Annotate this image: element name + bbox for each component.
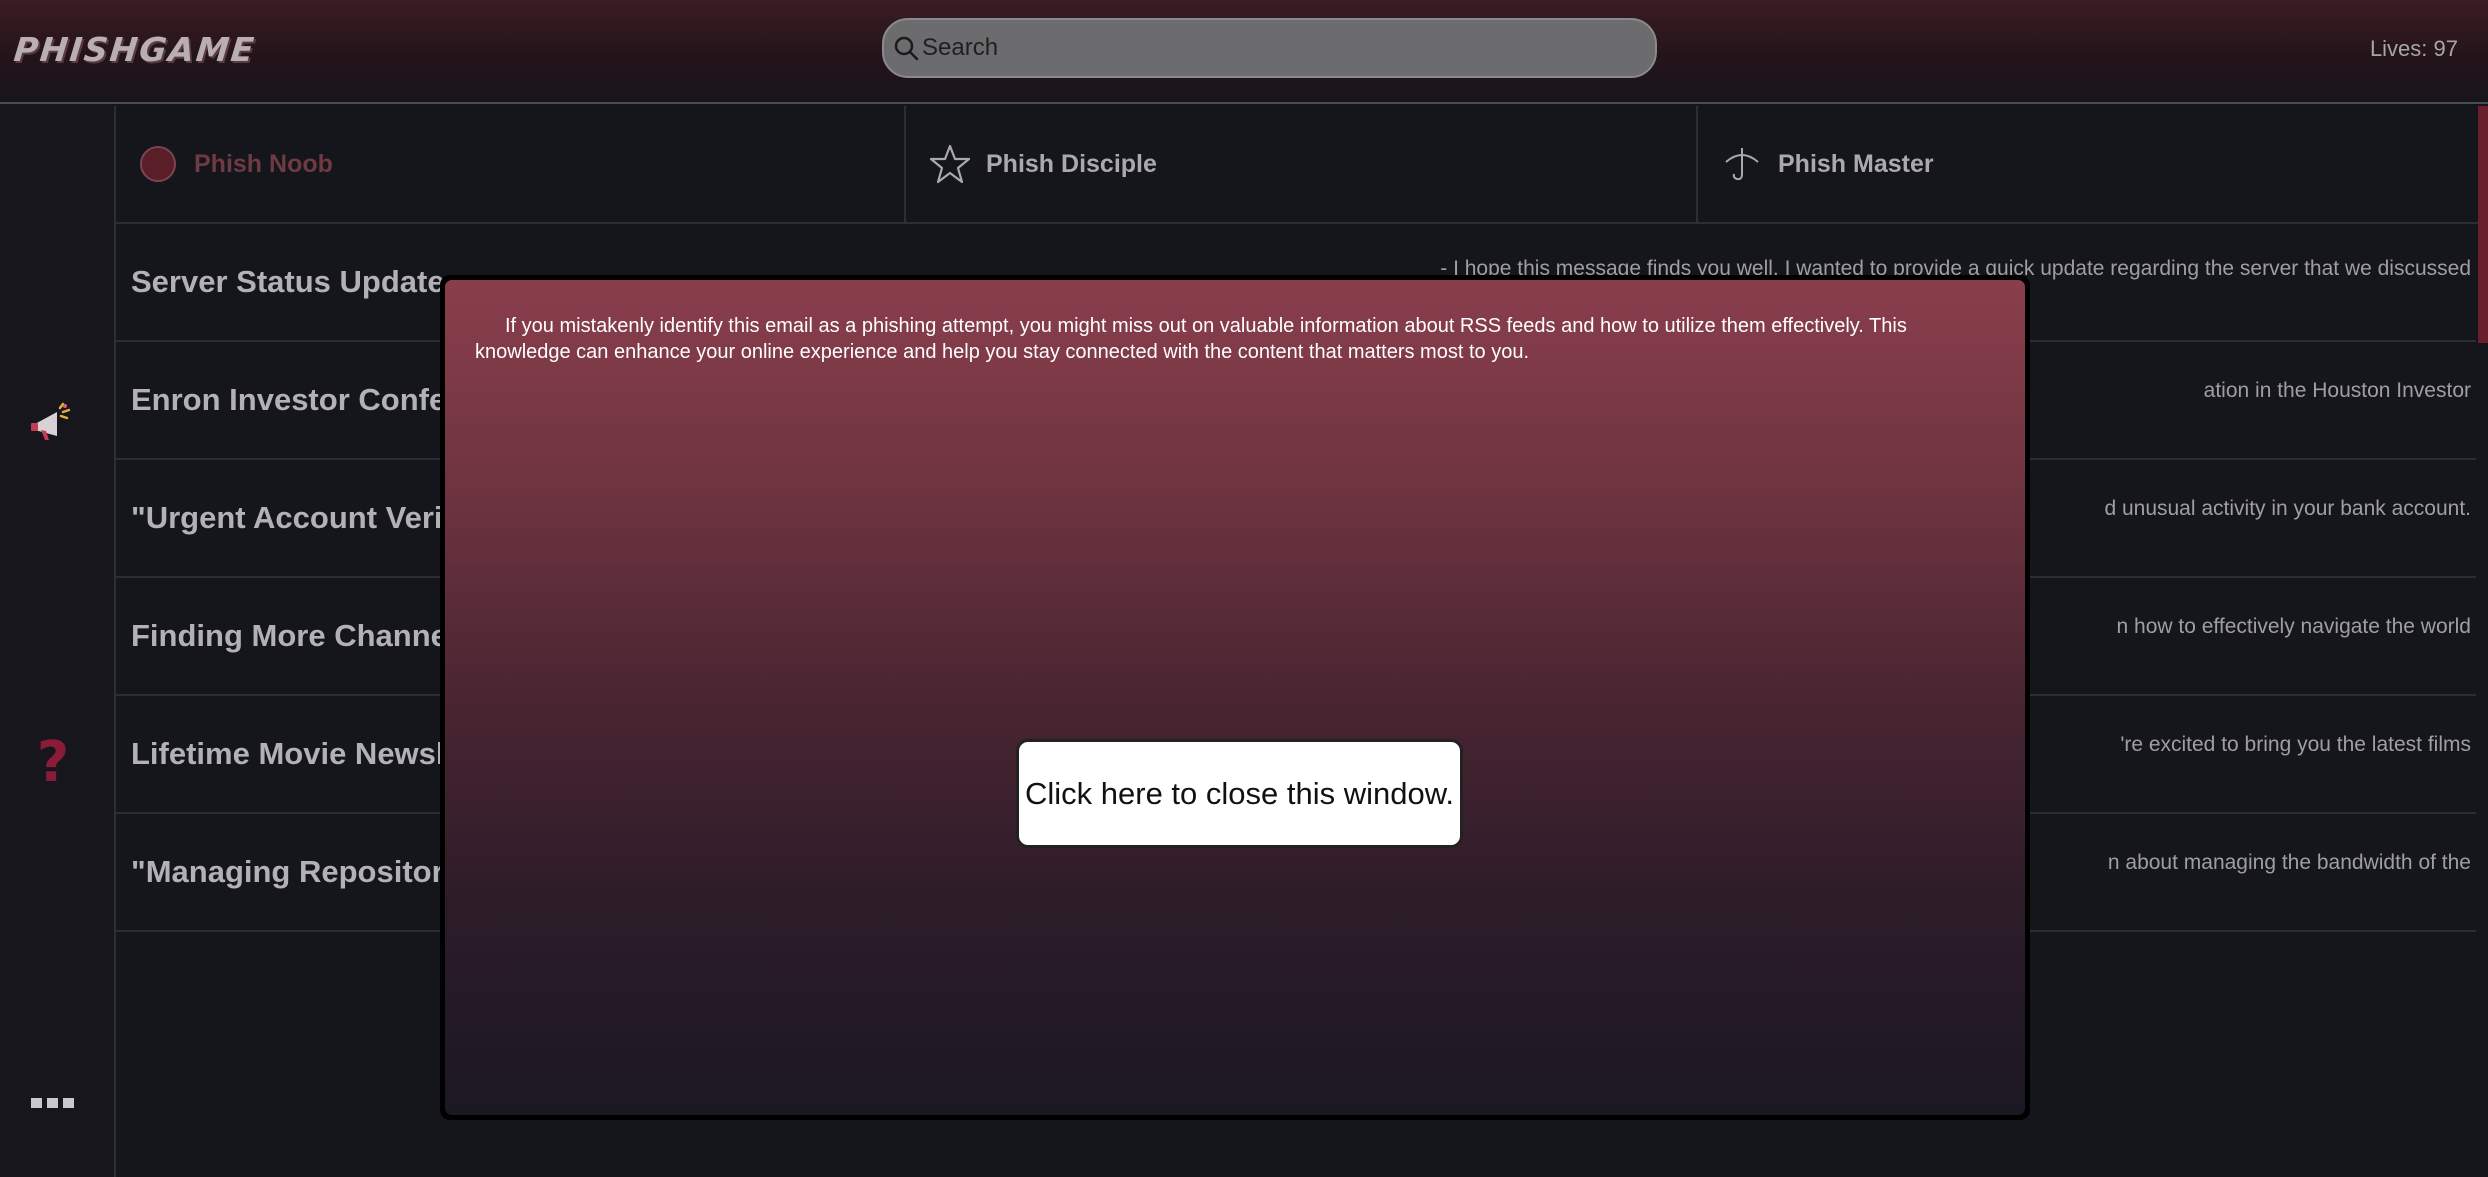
tab-label: Phish Noob <box>194 149 333 178</box>
app-logo[interactable]: PHISHGAME <box>12 30 258 70</box>
tab-phish-master[interactable]: Phish Master <box>1696 106 2488 222</box>
top-header: PHISHGAME Lives: 97 <box>0 0 2488 104</box>
modal-panel: If you mistakenly identify this email as… <box>445 280 2025 1115</box>
email-subject: Lifetime Movie Newsle <box>131 736 461 771</box>
email-subject: "Urgent Account Verif <box>131 500 453 535</box>
scroll-indicator <box>2478 106 2488 343</box>
search-bar[interactable] <box>882 18 1657 78</box>
email-subject: Enron Investor Confer <box>131 382 459 417</box>
tab-label: Phish Disciple <box>986 149 1157 178</box>
email-subject: Finding More Channel <box>131 618 457 653</box>
difficulty-tabs: Phish Noob Phish Disciple Phish Master <box>116 106 2488 224</box>
feedback-modal: If you mistakenly identify this email as… <box>440 275 2030 1120</box>
tab-phish-disciple[interactable]: Phish Disciple <box>904 106 1696 222</box>
lives-counter: Lives: 97 <box>2369 36 2458 61</box>
email-subject: Server Status Update <box>131 264 445 299</box>
close-window-button[interactable]: Click here to close this window. <box>1016 739 1463 848</box>
question-mark-icon[interactable]: ? <box>22 730 84 795</box>
more-dots-icon[interactable] <box>22 1072 84 1134</box>
search-icon <box>894 36 919 61</box>
star-icon <box>928 142 972 186</box>
email-subject: "Managing Repository <box>131 854 461 889</box>
search-input[interactable] <box>922 28 1642 68</box>
megaphone-icon[interactable] <box>22 391 84 453</box>
fishhook-icon <box>1720 142 1764 186</box>
left-rail: ? <box>0 106 116 1177</box>
modal-message: If you mistakenly identify this email as… <box>475 315 1907 363</box>
tab-label: Phish Master <box>1778 149 1934 178</box>
circle-icon <box>136 142 180 186</box>
tab-phish-noob[interactable]: Phish Noob <box>116 106 904 222</box>
